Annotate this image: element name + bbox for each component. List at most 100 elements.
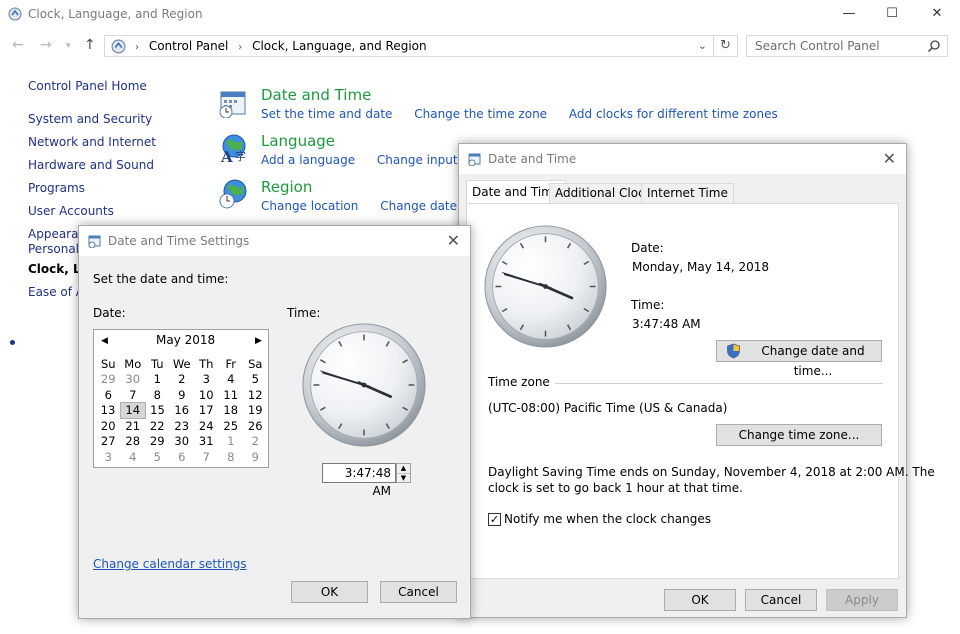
calendar-day[interactable]: 16: [170, 403, 195, 419]
calendar-day[interactable]: 3: [194, 372, 219, 388]
spin-up-icon[interactable]: ▲: [397, 464, 410, 473]
time-input[interactable]: 3:47:48 AM: [322, 463, 396, 498]
refresh-icon[interactable]: ↻: [714, 35, 738, 57]
calendar-day[interactable]: 28: [121, 434, 146, 450]
calendar-day[interactable]: 27: [96, 434, 121, 450]
back-arrow-icon[interactable]: ←: [12, 37, 24, 53]
calendar-day[interactable]: 4: [219, 372, 244, 388]
calendar-clock-icon: [219, 91, 246, 118]
weekday-header: We: [172, 356, 191, 371]
sidebar-item-programs[interactable]: Programs: [28, 181, 85, 195]
notify-checkbox[interactable]: ✓: [488, 513, 501, 526]
calendar-day[interactable]: 2: [243, 434, 268, 450]
calendar-week-row: 3456789: [96, 449, 268, 465]
sidebar-item-user-accounts[interactable]: User Accounts: [28, 204, 114, 218]
calendar-day[interactable]: 7: [121, 387, 146, 403]
link-add-clocks[interactable]: Add clocks for different time zones: [569, 107, 778, 121]
up-arrow-icon[interactable]: ↑: [84, 37, 96, 53]
calendar-day[interactable]: 15: [145, 403, 170, 419]
calendar-day[interactable]: 25: [219, 418, 244, 434]
change-date-time-button[interactable]: Change date and time...: [716, 340, 882, 378]
close-icon[interactable]: ✕: [883, 149, 896, 168]
previous-month-icon[interactable]: ◀: [101, 336, 108, 346]
calendar-day[interactable]: 31: [194, 434, 219, 450]
search-box[interactable]: [746, 35, 948, 57]
calendar-day[interactable]: 29: [145, 434, 170, 450]
sidebar-item-network-internet[interactable]: Network and Internet: [28, 135, 156, 149]
next-month-icon[interactable]: ▶: [255, 336, 262, 346]
category-title-language[interactable]: Language: [261, 132, 335, 150]
close-icon[interactable]: ✕: [447, 231, 460, 250]
ok-button[interactable]: OK: [664, 589, 736, 611]
change-calendar-settings-link[interactable]: Change calendar settings: [93, 557, 247, 571]
calendar-clock-icon: [88, 235, 101, 248]
link-change-time-zone[interactable]: Change the time zone: [414, 107, 547, 121]
calendar-day[interactable]: 6: [96, 387, 121, 403]
tab-internet-time[interactable]: Internet Time: [641, 183, 734, 204]
search-input[interactable]: [755, 39, 925, 53]
calendar-day[interactable]: 5: [243, 372, 268, 388]
calendar-day[interactable]: 9: [243, 449, 268, 465]
calendar-day[interactable]: 7: [194, 449, 219, 465]
calendar-day[interactable]: 10: [194, 387, 219, 403]
calendar-day[interactable]: 12: [243, 387, 268, 403]
calendar-day[interactable]: 6: [170, 449, 195, 465]
calendar-day[interactable]: 22: [145, 418, 170, 434]
calendar-day[interactable]: 29: [96, 372, 121, 388]
calendar-day[interactable]: 19: [243, 403, 268, 419]
calendar-day[interactable]: 14: [120, 402, 146, 419]
calendar-day[interactable]: 11: [219, 387, 244, 403]
calendar-day[interactable]: 1: [219, 434, 244, 450]
search-icon[interactable]: [927, 39, 941, 53]
settings-cancel-button[interactable]: Cancel: [380, 581, 457, 603]
calendar-day[interactable]: 24: [194, 418, 219, 434]
calendar-day[interactable]: 20: [96, 418, 121, 434]
category-title-region[interactable]: Region: [261, 178, 312, 196]
clock-time-label: Time:: [287, 306, 321, 320]
address-bar[interactable]: › Control Panel › Clock, Language, and R…: [104, 35, 714, 57]
calendar-day[interactable]: 8: [145, 387, 170, 403]
apply-button[interactable]: Apply: [826, 589, 898, 611]
chevron-right-icon[interactable]: ›: [238, 42, 242, 53]
chevron-down-icon[interactable]: ⌄: [698, 39, 707, 52]
settings-ok-button[interactable]: OK: [291, 581, 368, 603]
close-button[interactable]: ✕: [914, 4, 960, 26]
calendar-day[interactable]: 21: [121, 418, 146, 434]
calendar-day[interactable]: 30: [121, 372, 146, 388]
calendar-day[interactable]: 5: [145, 449, 170, 465]
notify-label[interactable]: Notify me when the clock changes: [504, 512, 711, 526]
calendar-day[interactable]: 2: [170, 372, 195, 388]
calendar-day[interactable]: 17: [194, 403, 219, 419]
month-calendar[interactable]: ◀ May 2018 ▶ Su Mo Tu We Th Fr Sa 29 30 1 2 3 4 5 6 7 8 9…: [93, 329, 269, 468]
recent-dropdown-icon[interactable]: ▾: [66, 41, 71, 51]
calendar-day[interactable]: 4: [121, 449, 146, 465]
calendar-day[interactable]: 1: [145, 372, 170, 388]
sidebar-item-control-panel-home[interactable]: Control Panel Home: [28, 79, 147, 93]
time-spinner[interactable]: ▲ ▼: [396, 463, 411, 483]
spin-down-icon[interactable]: ▼: [397, 473, 410, 482]
breadcrumb-control-panel[interactable]: Control Panel: [149, 39, 229, 53]
calendar-day[interactable]: 13: [96, 403, 121, 419]
category-title-date-time[interactable]: Date and Time: [261, 86, 371, 104]
calendar-day[interactable]: 26: [243, 418, 268, 434]
calendar-day[interactable]: 18: [219, 403, 244, 419]
link-set-time-date[interactable]: Set the time and date: [261, 107, 392, 121]
cancel-button[interactable]: Cancel: [745, 589, 817, 611]
maximize-button[interactable]: ☐: [869, 4, 915, 26]
chevron-right-icon[interactable]: ›: [135, 42, 139, 53]
calendar-day[interactable]: 23: [170, 418, 195, 434]
calendar-day[interactable]: 9: [170, 387, 195, 403]
breadcrumb-clock-language-region[interactable]: Clock, Language, and Region: [252, 39, 427, 53]
link-change-location[interactable]: Change location: [261, 199, 358, 213]
calendar-day[interactable]: 30: [170, 434, 195, 450]
settings-dialog-title: Date and Time Settings: [108, 234, 250, 248]
calendar-day[interactable]: 8: [219, 449, 244, 465]
forward-arrow-icon[interactable]: →: [40, 37, 52, 53]
minimize-button[interactable]: —: [826, 4, 872, 26]
calendar-month-title[interactable]: May 2018: [156, 333, 215, 347]
change-timezone-button[interactable]: Change time zone...: [716, 424, 882, 446]
sidebar-item-hardware-sound[interactable]: Hardware and Sound: [28, 158, 154, 172]
link-add-language[interactable]: Add a language: [261, 153, 355, 167]
sidebar-item-system-security[interactable]: System and Security: [28, 112, 152, 126]
calendar-day[interactable]: 3: [96, 449, 121, 465]
